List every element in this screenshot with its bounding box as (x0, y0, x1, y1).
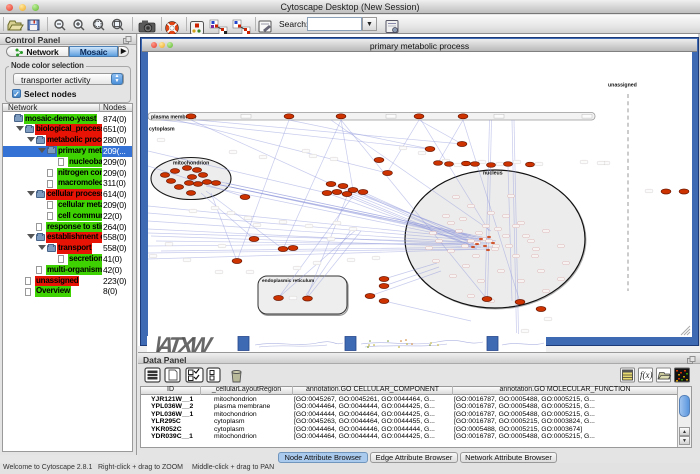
svg-text:cytoplasm: cytoplasm (149, 127, 175, 133)
svg-text:\ATXW: \ATXW (151, 336, 216, 352)
svg-text:unassigned: unassigned (608, 83, 637, 89)
svg-text:f(x): f(x) (640, 370, 653, 380)
svg-text:endoplasmic reticulum: endoplasmic reticulum (262, 278, 314, 284)
svg-text:mitochondrion: mitochondrion (173, 161, 209, 167)
svg-text:nucleus: nucleus (483, 171, 503, 177)
